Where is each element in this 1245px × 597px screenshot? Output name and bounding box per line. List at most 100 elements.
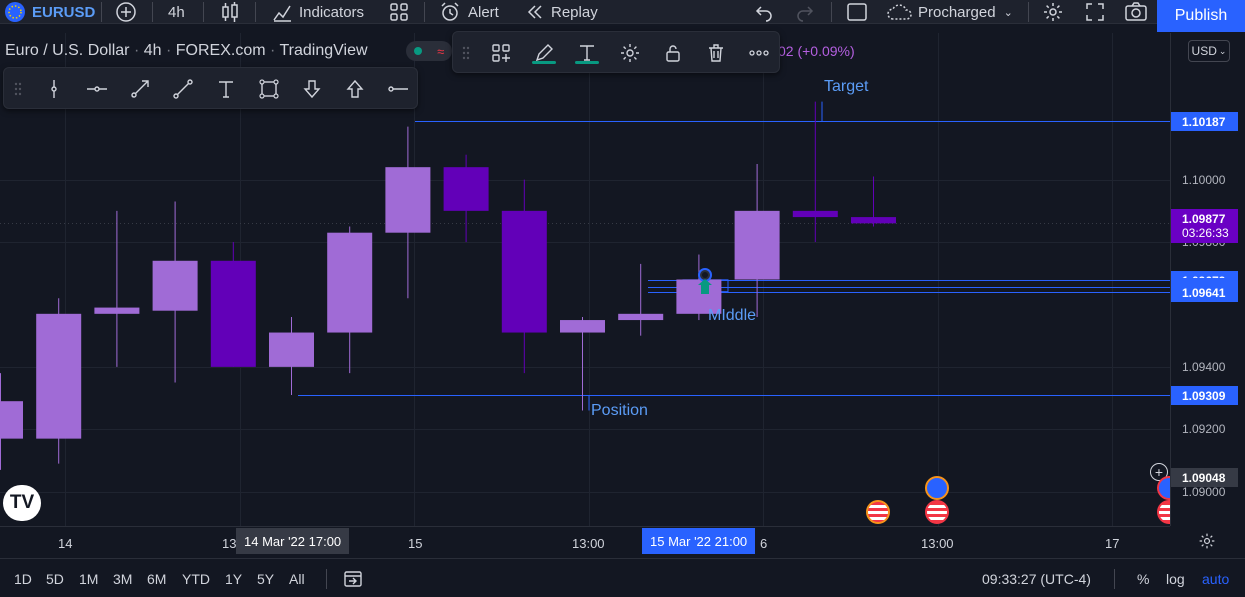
delete-drawing-button[interactable] [695,32,737,74]
timezone-clock[interactable]: 09:33:27 (UTC-4) [982,571,1091,587]
trash-icon [709,44,723,62]
event-flag-us-icon[interactable] [866,500,890,524]
time-label: 13:00 [921,536,954,551]
market-open-dot-icon [413,47,422,55]
horizontal-line-icon [87,86,107,92]
candle-body [94,307,140,314]
range-ytd-button[interactable]: YTD [182,571,210,587]
range-6m-button[interactable]: 6M [147,571,166,587]
divider [326,569,327,589]
drawing-settings-button[interactable] [609,32,651,74]
position-label[interactable]: Position [591,402,648,420]
user-drawing-marker-icon[interactable] [694,267,716,299]
arrow-up-icon [346,79,364,98]
gear-icon [1199,533,1215,549]
text-color-swatch [575,61,599,64]
range-all-button[interactable]: All [289,571,305,587]
more-options-button[interactable] [738,32,780,74]
range-1d-button[interactable]: 1D [14,571,32,587]
tilde-icon: ≈ [437,43,445,59]
currency-select[interactable]: USD ⌄ [1188,40,1230,62]
horizontal-ray-tool[interactable] [377,68,419,110]
candle-body [210,260,256,367]
legend-change: 02 (+0.09%) [778,43,855,59]
rectangle-icon [259,79,279,99]
currency-label: USD [1191,44,1217,58]
candle-body [618,313,664,321]
middle-label[interactable]: MIddle [708,307,756,325]
time-label: 6 [760,536,768,551]
time-label: 17 [1105,536,1120,551]
legend-source: TradingView [279,42,368,59]
horizontal-line-tool[interactable] [76,68,118,110]
selected-time-tag: 15 Mar '22 21:00 [642,528,756,554]
drawing-tools-toolbar [3,67,418,109]
rectangle-tool[interactable] [248,68,290,110]
arrow-marker-up-tool[interactable] [334,68,376,110]
candle-body [385,167,431,233]
drag-dots-icon [462,46,470,60]
go-to-date-button[interactable] [342,568,364,595]
legend-symbol-name: Euro / U.S. Dollar [5,42,130,59]
candle-body [501,210,547,333]
vertical-line-tool[interactable] [33,68,75,110]
time-label: 14 [58,536,73,551]
text-color-button[interactable] [566,32,608,74]
market-status-toggle[interactable]: ≈ [406,41,452,61]
time-label: 15 [408,536,423,551]
template-grid-icon [492,44,510,62]
template-button[interactable] [480,32,522,74]
event-flag-us-icon[interactable] [925,500,949,524]
drag-handle[interactable] [4,68,32,110]
lock-button[interactable] [652,32,694,74]
time-axis[interactable]: 14 13 14 Mar '22 17:00 15 13:00 6 15 Mar… [0,526,1170,557]
auto-scale-toggle[interactable]: auto [1202,571,1229,587]
candle-body [560,320,605,333]
range-5d-button[interactable]: 5D [46,571,64,587]
range-1y-button[interactable]: 1Y [225,571,242,587]
arrow-down-icon [303,80,321,99]
log-scale-toggle[interactable]: log [1166,571,1185,587]
candle-body [327,232,373,333]
candle-body [0,401,23,439]
time-label: 13:00 [572,536,605,551]
target-label[interactable]: Target [824,78,868,96]
drag-handle[interactable] [453,32,479,74]
range-3m-button[interactable]: 3M [113,571,132,587]
candle-body [792,210,838,218]
calendar-arrow-icon [344,571,362,587]
arrow-marker-down-tool[interactable] [291,68,333,110]
line-color-swatch [532,61,556,64]
horizontal-ray-icon [388,86,408,92]
legend-dot: · [165,42,176,59]
event-flag-eu-icon[interactable] [925,476,949,500]
axis-settings-button[interactable] [1198,532,1216,555]
chart-legend: Euro / U.S. Dollar · 4h · FOREX.com · Tr… [5,42,368,60]
arrow-line-tool[interactable] [119,68,161,110]
trend-line-tool[interactable] [162,68,204,110]
vertical-line-icon [51,80,57,98]
line-color-button[interactable] [523,32,565,74]
range-1m-button[interactable]: 1M [79,571,98,587]
percent-scale-toggle[interactable]: % [1137,571,1149,587]
unlock-icon [666,45,680,62]
drawing-properties-toolbar [452,31,780,73]
trend-line-icon [173,79,193,99]
bottom-toolbar: 1D 5D 1M 3M 6M YTD 1Y 5Y All 09:33:27 (U… [0,558,1245,597]
candle-body [734,210,780,280]
legend-exchange: FOREX.com [175,42,266,59]
candle-body [36,313,82,439]
text-tool[interactable] [205,68,247,110]
divider [1114,569,1115,589]
arrow-line-icon [131,80,149,98]
more-dots-icon [749,50,769,56]
drag-dots-icon [14,82,22,96]
tradingview-logo[interactable]: TV [3,485,41,521]
chevron-down-icon: ⌄ [1218,45,1227,56]
range-5y-button[interactable]: 5Y [257,571,274,587]
legend-dot: · [133,42,144,59]
candle-body [851,217,896,224]
candle-body [152,260,198,311]
candle-body [269,332,314,367]
candle-body [443,167,489,211]
